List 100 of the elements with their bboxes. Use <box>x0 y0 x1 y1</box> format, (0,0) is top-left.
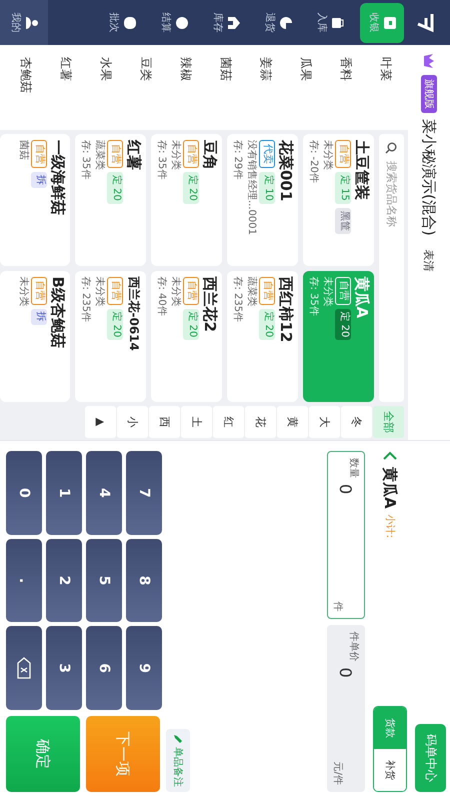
clear-link[interactable]: 表清 <box>422 250 436 272</box>
nav-item[interactable]: 退货 <box>256 2 300 42</box>
product-stock: 存: 235件 <box>231 276 243 324</box>
product-tag: 黑筐 <box>335 208 351 234</box>
keypad-key[interactable]: 2 <box>46 538 82 622</box>
product-tag: 自营 <box>335 276 351 304</box>
keypad-key[interactable]: 6 <box>86 626 122 710</box>
category-item[interactable]: 水果 <box>86 45 126 130</box>
product-tag: 定 20 <box>335 308 351 340</box>
product-stock: 存: 35件 <box>307 276 319 318</box>
category-item[interactable]: 瓜果 <box>286 45 326 130</box>
keypad-key[interactable]: . <box>6 538 42 622</box>
product-card[interactable]: 红薯 自营 定 20 蔬菜类 存: 35件 <box>75 134 146 266</box>
product-tag: 定 20 <box>259 308 275 340</box>
product-tag: 自营 <box>183 276 199 304</box>
product-category: 未分类 <box>321 140 333 172</box>
keypad-key[interactable]: 0 <box>6 451 42 535</box>
product-tag: 自营 <box>31 140 47 168</box>
backspace-key[interactable] <box>6 626 42 710</box>
letter-filter[interactable]: 冬 <box>341 406 372 438</box>
product-tag: 拆 <box>31 308 47 324</box>
keypad-key[interactable]: 5 <box>86 538 122 622</box>
product-tag: 定 20 <box>107 308 123 340</box>
category-item[interactable]: 叶菜 <box>366 45 406 130</box>
product-name: 红薯 <box>125 140 142 172</box>
product-category: 未分类 <box>321 276 333 308</box>
back-icon[interactable] <box>383 451 397 461</box>
field-label: 件单价 <box>347 632 360 662</box>
product-name: 一级海鲜菇 <box>49 140 66 217</box>
product-tag: 定 15 <box>335 172 351 204</box>
letter-filter[interactable]: 大 <box>309 406 340 438</box>
product-category: 未分类 <box>17 276 29 308</box>
product-stock: 存: 235件 <box>79 276 91 324</box>
product-name: 土豆筐装 <box>353 140 370 202</box>
search-field[interactable]: 搜索货品名称 <box>379 134 404 402</box>
nav-item[interactable]: 库存 <box>204 2 248 42</box>
product-stock: 存: 35件 <box>155 140 167 182</box>
keypad-key[interactable]: 7 <box>126 451 162 535</box>
letter-filter[interactable]: ▲ <box>85 406 116 438</box>
keypad-key[interactable]: 4 <box>86 451 122 535</box>
letter-filter[interactable]: 小 <box>117 406 148 438</box>
field-input[interactable]: 0 <box>336 666 356 758</box>
product-stock: 存: 40件 <box>155 276 167 318</box>
category-item[interactable]: 辣椒 <box>166 45 206 130</box>
product-tag: 自营 <box>183 140 199 168</box>
product-category: 没有销售经理...0001 <box>245 140 257 237</box>
product-tag: 定 10 <box>259 172 275 204</box>
field-input[interactable]: 0 <box>336 482 356 598</box>
number-field[interactable]: 数量 0 件 <box>327 451 365 618</box>
subtotal-label: 小计: <box>383 514 396 538</box>
nav-item[interactable]: 结算 <box>152 2 196 42</box>
letter-filter[interactable]: 红 <box>213 406 244 438</box>
unit-label: 元/件 <box>331 762 344 785</box>
product-stock: 存: -20件 <box>307 140 319 185</box>
pencil-icon <box>173 734 183 744</box>
product-tag: 自营 <box>335 140 351 168</box>
keypad-key[interactable]: 9 <box>126 626 162 710</box>
product-category: 蔬菜类 <box>245 276 257 308</box>
product-tag: 拆 <box>31 172 47 188</box>
category-item[interactable]: 香料 <box>326 45 366 130</box>
number-field[interactable]: 件单价 0 元/件 <box>327 624 365 792</box>
pie-chart-icon <box>279 16 293 30</box>
nav-item[interactable]: 批次 <box>100 2 144 42</box>
product-stock: 存: 29件 <box>231 140 243 182</box>
bag-icon <box>331 16 345 30</box>
product-name: 西红柿12 <box>277 276 294 344</box>
product-name: 西兰花-0614 <box>126 276 142 353</box>
letter-filter[interactable]: 土 <box>181 406 212 438</box>
edition-badge: 旗舰版 <box>421 75 437 113</box>
letter-filter[interactable]: 花 <box>245 406 276 438</box>
category-item[interactable]: 豆类 <box>126 45 166 130</box>
category-item[interactable]: 菌菇 <box>206 45 246 130</box>
product-tag: 定 20 <box>107 172 123 204</box>
nav-item[interactable]: 入库 <box>308 2 352 42</box>
keypad-key[interactable]: 3 <box>46 626 82 710</box>
category-item[interactable]: 姜蒜 <box>246 45 286 130</box>
register-icon <box>383 16 397 30</box>
keypad-key[interactable]: 1 <box>46 451 82 535</box>
product-tag: 定 20 <box>183 172 199 204</box>
product-name: 花菜001 <box>277 140 294 204</box>
product-category: 未分类 <box>93 276 105 308</box>
user-icon <box>25 16 39 30</box>
letter-filter[interactable]: 黄 <box>277 406 308 438</box>
store-name: 菜小秘演示(混合) <box>420 119 438 236</box>
product-card[interactable]: 豆角 自营 定 20 未分类 存: 35件 <box>151 134 222 266</box>
product-stock: 存: 35件 <box>79 140 91 182</box>
letter-filter[interactable]: 西 <box>149 406 180 438</box>
product-tag: 定 20 <box>183 308 199 340</box>
search-input[interactable]: 搜索货品名称 <box>384 159 399 289</box>
product-name: B级杏鲍菇 <box>49 276 66 350</box>
product-tag: 自营 <box>107 140 123 168</box>
nav-item[interactable]: 我的 <box>0 0 48 45</box>
product-name: 黄瓜A <box>353 276 370 320</box>
product-tag: 自营 <box>259 276 275 304</box>
category-item[interactable]: 杏鲍菇 <box>6 45 46 130</box>
category-item[interactable]: 红薯 <box>46 45 86 130</box>
product-tag: 代卖 <box>259 140 275 168</box>
search-icon <box>386 142 398 154</box>
keypad-key[interactable]: 8 <box>126 538 162 622</box>
product-category: 蔬菜类 <box>93 140 105 172</box>
